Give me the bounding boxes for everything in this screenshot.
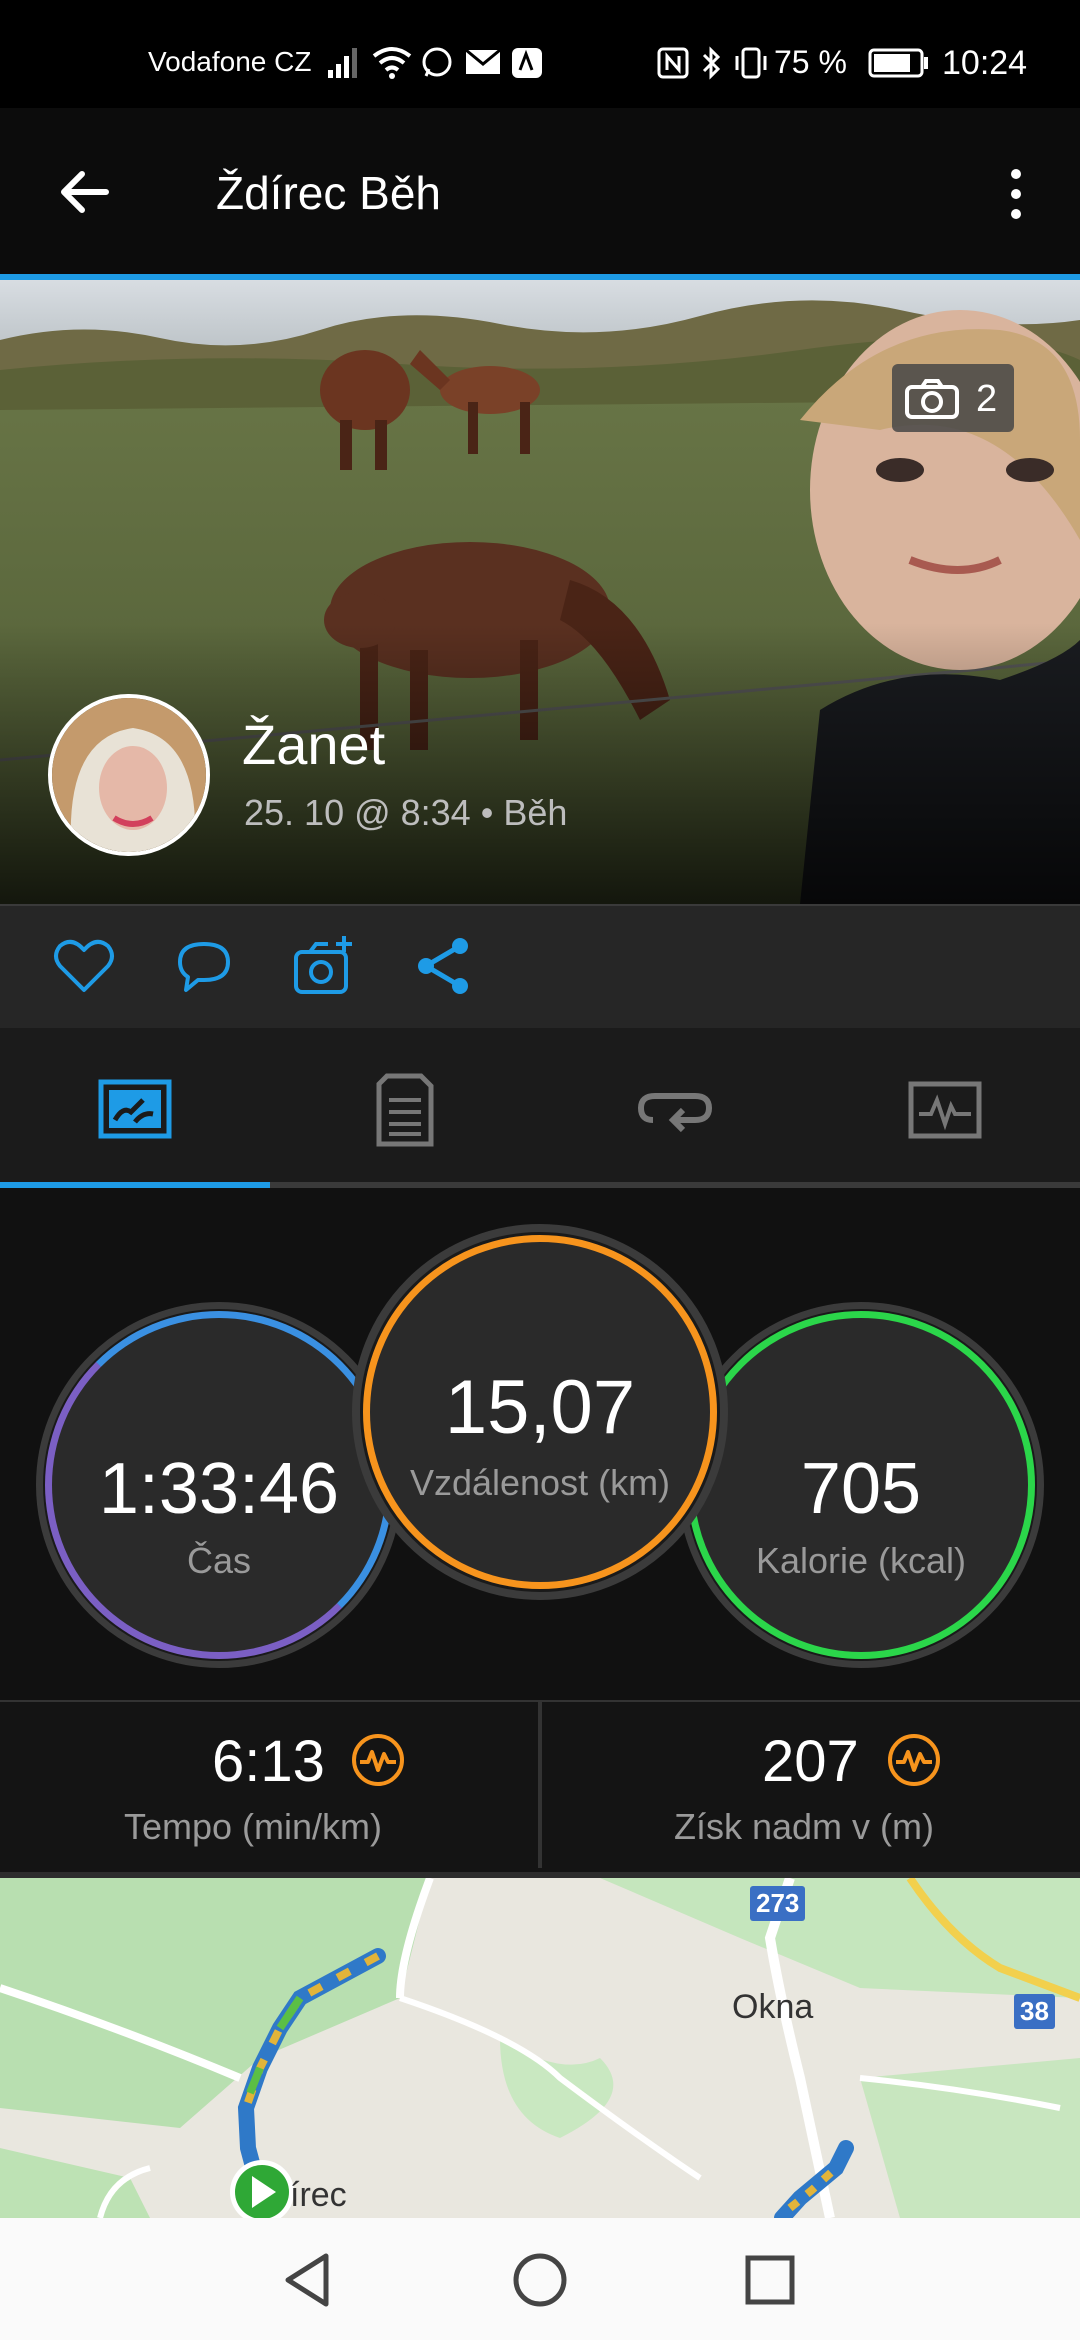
nav-home-icon[interactable] [508, 2248, 572, 2312]
photo-count-badge[interactable]: 2 [892, 364, 1014, 432]
bluetooth-icon [702, 46, 721, 80]
time-value: 1:33:46 [98, 1449, 340, 1529]
route-map[interactable]: 273 38 Okna írec [0, 1878, 1080, 2218]
elevation-label: Získ nadm v (m) [674, 1806, 935, 1847]
app-bar [0, 108, 1080, 276]
tab-laps-icon[interactable] [635, 1070, 715, 1150]
vibrate-icon [735, 47, 767, 79]
road-badge-273: 273 [750, 1886, 806, 1921]
distance-label: Vzdálenost (km) [409, 1462, 671, 1503]
pace-value: 6:13 [212, 1729, 325, 1794]
map-tiles [0, 1878, 1080, 2218]
map-label-okna: Okna [732, 1988, 814, 2026]
camera-icon [905, 379, 959, 419]
pace-label: Tempo (min/km) [124, 1806, 383, 1847]
back-arrow-icon[interactable] [52, 160, 116, 224]
app-notification-icon [512, 48, 542, 78]
nav-back-icon[interactable] [276, 2248, 340, 2312]
more-vert-icon[interactable] [996, 164, 1036, 224]
photo-count: 2 [976, 378, 998, 420]
time-label: Čas [186, 1540, 252, 1581]
carrier-name: Vodafone CZ [148, 46, 312, 77]
calories-value: 705 [800, 1449, 922, 1529]
signal-icon [328, 48, 357, 78]
distance-ring: 15,07 Vzdálenost (km) [363, 1235, 717, 1589]
elevation-value: 207 [762, 1729, 859, 1794]
tab-overview-icon[interactable] [95, 1070, 175, 1150]
clock: 10:24 [942, 44, 1028, 82]
user-name[interactable]: Žanet [242, 712, 385, 777]
battery-icon [868, 48, 928, 78]
calories-label: Kalorie (kcal) [755, 1540, 967, 1581]
share-icon[interactable] [412, 934, 476, 998]
elevation-pulse-icon[interactable] [886, 1732, 942, 1788]
pace-pulse-icon[interactable] [350, 1732, 406, 1788]
nav-recents-icon[interactable] [738, 2248, 802, 2312]
distance-value: 15,07 [444, 1365, 636, 1450]
nfc-icon [657, 47, 689, 79]
wifi-icon [372, 47, 412, 79]
activity-meta: 25. 10 @ 8:34 • Běh [244, 792, 568, 833]
metrics-divider [538, 1702, 542, 1868]
like-heart-icon[interactable] [52, 934, 116, 998]
add-photo-icon[interactable] [292, 934, 356, 998]
calories-ring: 705 Kalorie (kcal) [687, 1311, 1035, 1659]
page-title: Ždírec Běh [216, 167, 441, 219]
action-bar [0, 904, 1080, 1030]
time-circle-outer: 1:33:46 Čas [36, 1302, 402, 1668]
time-ring: 1:33:46 Čas [45, 1311, 393, 1659]
map-label-zdirec: írec [290, 2176, 347, 2214]
mail-icon [465, 48, 501, 74]
calories-circle-outer: 705 Kalorie (kcal) [678, 1302, 1044, 1668]
distance-circle-outer: 15,07 Vzdálenost (km) [352, 1224, 728, 1600]
tab-charts-icon[interactable] [905, 1070, 985, 1150]
comment-bubble-icon[interactable] [172, 934, 236, 998]
whatsapp-icon [422, 47, 452, 77]
avatar[interactable] [48, 694, 210, 856]
battery-percent: 75 % [774, 44, 847, 80]
road-badge-38: 38 [1014, 1994, 1055, 2029]
tab-stats-icon[interactable] [365, 1070, 445, 1150]
